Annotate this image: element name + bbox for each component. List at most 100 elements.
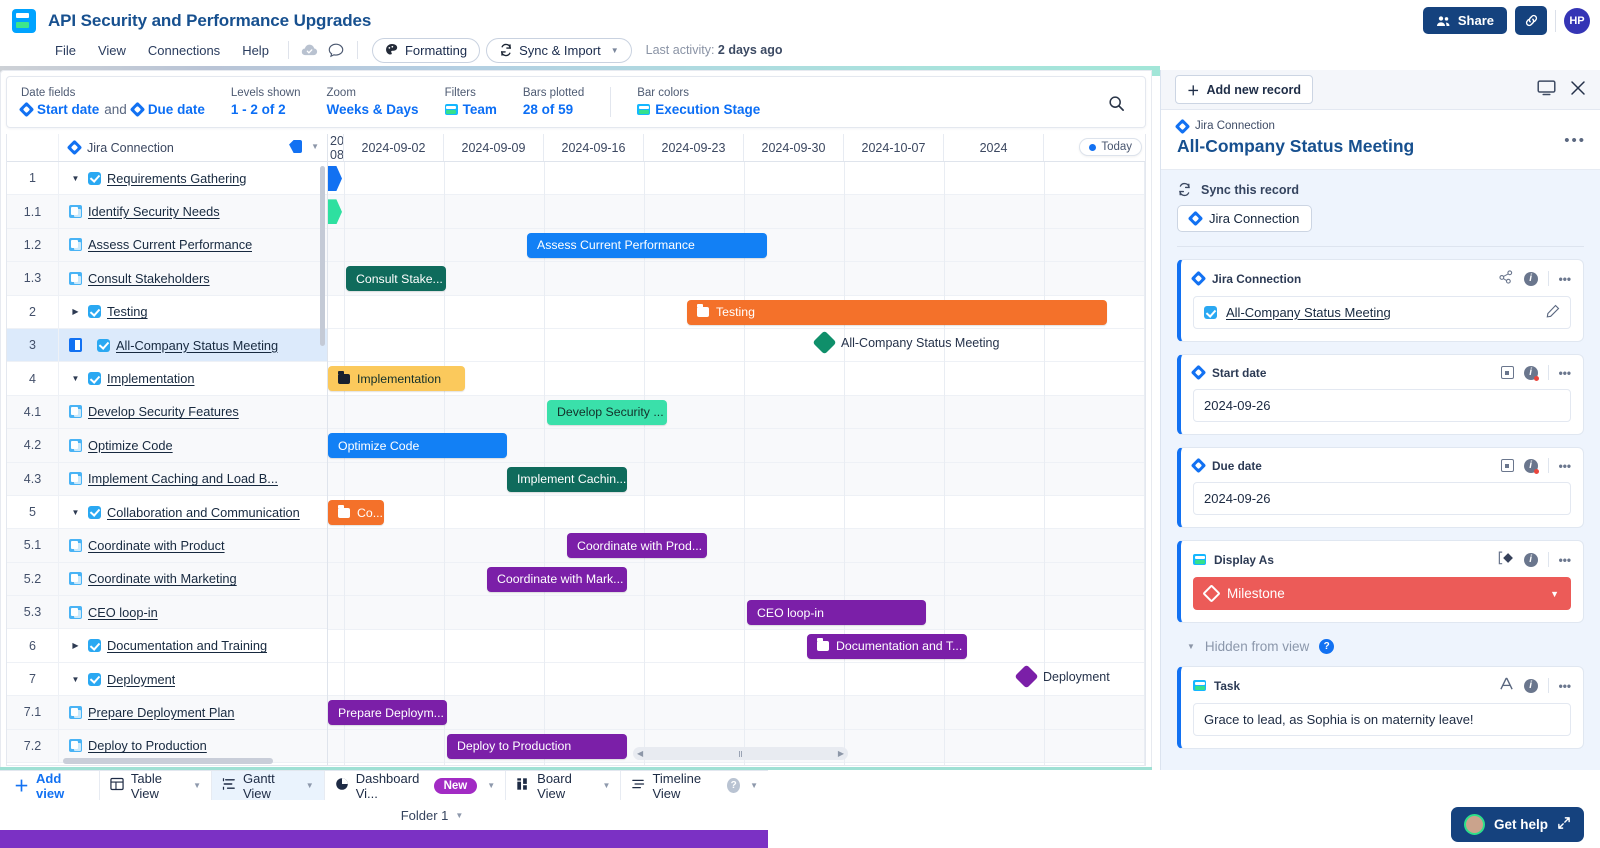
tag-icon[interactable] [289, 140, 303, 153]
field-more-options-icon[interactable]: ••• [1559, 366, 1571, 380]
get-help-button[interactable]: Get help [1450, 807, 1584, 842]
record-copy-icon[interactable] [69, 572, 82, 586]
today-marker[interactable]: Today [1079, 138, 1142, 156]
task-text-input[interactable]: Grace to lead, as Sophia is on maternity… [1193, 703, 1571, 736]
linked-record-name[interactable]: All-Company Status Meeting [1226, 305, 1391, 320]
connection-chip[interactable]: Jira Connection [1177, 205, 1313, 232]
row-expander-icon[interactable]: ▼ [69, 174, 82, 183]
chevron-down-icon-hidden[interactable]: ▼ [1187, 642, 1195, 651]
info-icon[interactable]: i [1523, 458, 1539, 474]
row-checkbox[interactable] [88, 305, 101, 319]
gantt-bar[interactable]: Assess Current Performance [527, 232, 767, 258]
scroll-left-icon[interactable]: ◀ [637, 749, 643, 758]
table-row[interactable]: 4.1 Develop Security Features [7, 395, 327, 430]
text-format-icon[interactable] [1499, 677, 1514, 694]
help-icon[interactable]: ? [1319, 639, 1335, 654]
info-icon[interactable]: i [1523, 271, 1538, 286]
row-checkbox[interactable] [88, 505, 101, 519]
search-icon[interactable] [1108, 95, 1125, 115]
start-date-input[interactable]: 2024-09-26 [1193, 389, 1571, 422]
relation-nodes-icon[interactable] [1499, 270, 1514, 287]
row-checkbox[interactable] [88, 672, 101, 686]
record-copy-icon[interactable] [69, 238, 82, 252]
row-expander-icon[interactable]: ▼ [69, 508, 82, 517]
row-name[interactable]: Implementation [107, 371, 195, 386]
sync-record-row[interactable]: Sync this record [1161, 170, 1600, 197]
picker-diamond-icon[interactable] [1498, 551, 1514, 568]
row-name[interactable]: Consult Stakeholders [88, 271, 210, 286]
setting-value[interactable]: Execution Stage [637, 102, 760, 117]
folder-bar[interactable]: Folder 1 ▼ [96, 800, 768, 830]
field-more-options-icon[interactable]: ••• [1559, 272, 1571, 286]
copy-link-button[interactable] [1515, 6, 1547, 35]
chevron-down-icon-tab[interactable]: ▼ [603, 781, 611, 790]
table-row[interactable]: 7.1 Prepare Deployment Plan [7, 696, 327, 730]
split-view-icon[interactable] [69, 338, 82, 353]
view-tab-gantt-view[interactable]: Gantt View ▼ [210, 771, 324, 801]
left-horizontal-scrollbar[interactable] [63, 758, 273, 764]
row-name[interactable]: Collaboration and Communication [107, 505, 300, 520]
row-name[interactable]: CEO loop-in [88, 605, 158, 620]
record-copy-icon[interactable] [69, 538, 82, 552]
row-checkbox[interactable] [88, 171, 101, 185]
gantt-bar[interactable]: CEO loop-in [747, 600, 926, 626]
table-row[interactable]: 7 ▼ Deployment [7, 662, 327, 697]
record-copy-icon[interactable] [69, 739, 82, 753]
field-more-options-icon[interactable]: ••• [1559, 553, 1571, 567]
field-more-options-icon[interactable]: ••• [1559, 679, 1571, 693]
record-copy-icon[interactable] [69, 405, 82, 419]
help-icon-tab[interactable]: ? [727, 778, 741, 793]
record-copy-icon[interactable] [69, 205, 82, 219]
table-row[interactable]: 3 All-Company Status Meeting [7, 328, 327, 363]
table-row[interactable]: 5.2 Coordinate with Marketing [7, 562, 327, 597]
row-name[interactable]: Coordinate with Product [88, 538, 225, 553]
row-name[interactable]: All-Company Status Meeting [116, 338, 278, 353]
row-checkbox[interactable] [88, 639, 101, 653]
row-name[interactable]: Optimize Code [88, 438, 173, 453]
row-name[interactable]: Deploy to Production [88, 738, 207, 753]
row-name[interactable]: Identify Security Needs [88, 204, 220, 219]
row-name[interactable]: Implement Caching and Load B... [88, 471, 278, 486]
filter-value[interactable]: Team [463, 102, 497, 117]
start-date-field[interactable]: Start date [37, 102, 99, 117]
table-row[interactable]: 4.3 Implement Caching and Load B... [7, 462, 327, 496]
scroll-right-icon[interactable]: ▶ [838, 749, 844, 758]
row-expander-icon[interactable]: ▼ [69, 675, 82, 684]
due-date-input[interactable]: 2024-09-26 [1193, 482, 1571, 515]
record-copy-icon[interactable] [69, 705, 82, 719]
gantt-bar[interactable]: Co... [328, 500, 384, 525]
view-tab-dashboard-vi[interactable]: Dashboard Vi... New ▼ [323, 771, 505, 801]
chevron-down-icon-tab[interactable]: ▼ [750, 781, 758, 790]
setting-value[interactable]: 1 - 2 of 2 [231, 102, 301, 117]
menu-item-view[interactable]: View [87, 40, 137, 61]
chevron-down-icon-tab[interactable]: ▼ [193, 781, 201, 790]
record-copy-icon[interactable] [69, 271, 82, 285]
field-more-options-icon[interactable]: ••• [1559, 459, 1571, 473]
edit-pencil-icon[interactable] [1546, 304, 1560, 321]
gantt-bar[interactable]: Implement Cachin... [507, 466, 627, 492]
chevron-down-icon-header[interactable]: ▼ [311, 142, 319, 151]
chevron-down-icon-tab[interactable]: ▼ [487, 781, 495, 790]
cloud-save-icon[interactable] [297, 38, 323, 62]
row-expander-icon[interactable]: ▶ [69, 641, 82, 650]
add-view-button[interactable]: ＋ Add view [0, 771, 99, 801]
horizontal-scrollbar[interactable]: ◀ ▶ [633, 747, 848, 760]
scroll-grip[interactable] [739, 750, 742, 757]
gantt-bar[interactable]: Documentation and T... [807, 633, 967, 659]
display-monitor-icon[interactable] [1537, 80, 1556, 99]
table-row[interactable]: 1.3 Consult Stakeholders [7, 262, 327, 296]
row-name[interactable]: Deployment [107, 672, 175, 687]
table-row[interactable]: 5 ▼ Collaboration and Communication [7, 495, 327, 530]
view-tab-timeline-view[interactable]: Timeline View? ▼ [620, 771, 768, 801]
linked-record-row[interactable]: All-Company Status Meeting [1193, 296, 1571, 329]
gantt-milestone[interactable]: All-Company Status Meeting [812, 330, 999, 355]
menu-item-help[interactable]: Help [231, 40, 280, 61]
info-icon[interactable]: i [1523, 552, 1538, 567]
row-expander-icon[interactable]: ▼ [69, 374, 82, 383]
close-icon[interactable] [1570, 80, 1586, 99]
record-copy-icon[interactable] [69, 605, 82, 619]
row-name[interactable]: Prepare Deployment Plan [88, 705, 235, 720]
table-row[interactable]: 5.3 CEO loop-in [7, 596, 327, 630]
row-name[interactable]: Documentation and Training [107, 638, 267, 653]
table-row[interactable]: 4 ▼ Implementation [7, 362, 327, 396]
